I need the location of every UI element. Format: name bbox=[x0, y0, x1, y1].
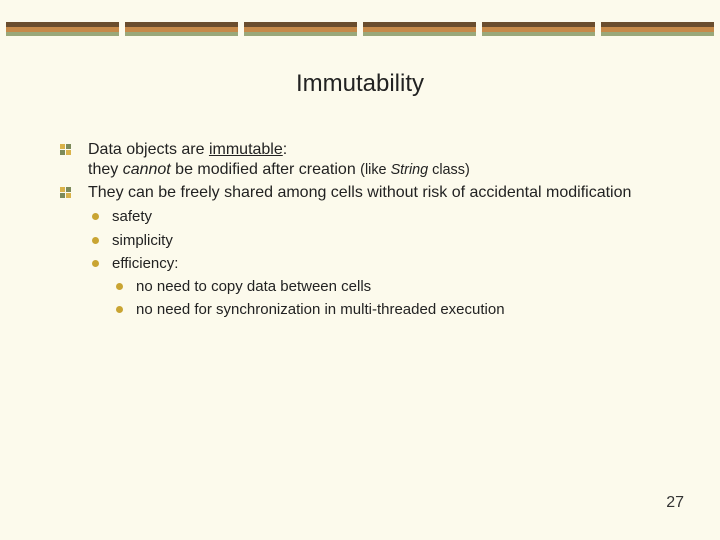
text: Data objects are bbox=[88, 141, 209, 158]
text-underline: immutable bbox=[209, 141, 283, 158]
text: be modified after creation bbox=[171, 161, 360, 178]
stripe bbox=[363, 22, 476, 36]
text-italic: cannot bbox=[123, 161, 171, 178]
sub-bullet-item: simplicity bbox=[88, 231, 680, 250]
bullet-text: efficiency: bbox=[112, 255, 178, 272]
sub-sub-bullet-item: no need to copy data between cells bbox=[112, 277, 680, 296]
bullet-text: They can be freely shared among cells wi… bbox=[88, 184, 631, 201]
bullet-item: They can be freely shared among cells wi… bbox=[60, 183, 680, 203]
text-italic: String bbox=[391, 162, 429, 178]
slide-title: Immutability bbox=[0, 70, 720, 98]
dot-bullet-icon bbox=[92, 213, 99, 220]
text: they bbox=[88, 161, 123, 178]
text: class) bbox=[428, 162, 470, 178]
dot-bullet-icon bbox=[116, 306, 123, 313]
stripe bbox=[125, 22, 238, 36]
sub-sub-bullet-item: no need for synchronization in multi-thr… bbox=[112, 300, 680, 319]
bullet-text: no need for synchronization in multi-thr… bbox=[136, 301, 505, 318]
sub-bullet-item: safety bbox=[88, 207, 680, 226]
text: (like bbox=[360, 162, 390, 178]
dot-bullet-icon bbox=[92, 260, 99, 267]
diamond-bullet-icon bbox=[60, 187, 72, 199]
decorative-stripes bbox=[0, 22, 720, 36]
bullet-text: no need to copy data between cells bbox=[136, 278, 371, 295]
page-number: 27 bbox=[666, 494, 684, 512]
sub-bullet-item: efficiency: bbox=[88, 254, 680, 273]
text: : bbox=[283, 141, 287, 158]
slide-content: Data objects are immutable: they cannot … bbox=[60, 140, 680, 319]
bullet-text: safety bbox=[112, 208, 152, 225]
dot-bullet-icon bbox=[116, 283, 123, 290]
bullet-text: simplicity bbox=[112, 232, 173, 249]
bullet-item: Data objects are immutable: they cannot … bbox=[60, 140, 680, 181]
stripe bbox=[244, 22, 357, 36]
stripe bbox=[482, 22, 595, 36]
diamond-bullet-icon bbox=[60, 144, 72, 156]
dot-bullet-icon bbox=[92, 237, 99, 244]
stripe bbox=[6, 22, 119, 36]
stripe bbox=[601, 22, 714, 36]
bullet-text: Data objects are immutable: they cannot … bbox=[88, 141, 470, 178]
